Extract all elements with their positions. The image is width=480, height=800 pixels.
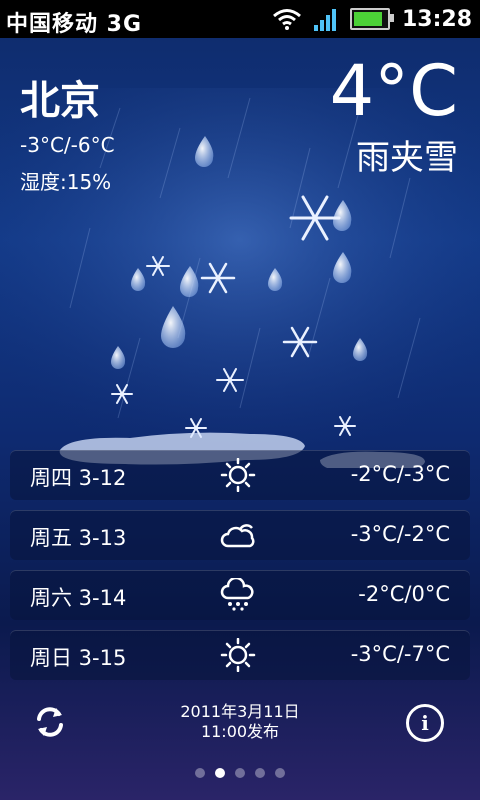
- cloudy-icon: [220, 524, 255, 548]
- humidity: 湿度:15%: [20, 170, 112, 194]
- carrier-label: 中国移动 3G: [6, 12, 143, 37]
- forecast-day: 周日 3-15: [30, 646, 127, 670]
- status-bar: 中国移动 3G 13:28: [0, 0, 480, 38]
- weather-main: 北京 -3°C/-6°C 湿度:15% 4°C 雨夹雪 周四 3-12 -2°C…: [0, 38, 480, 800]
- city-name: 北京: [20, 78, 100, 124]
- forecast-row[interactable]: 周日 3-15 -3°C/-7°C: [10, 630, 470, 680]
- page-indicator: [0, 768, 480, 778]
- temp-range: -3°C/-6°C: [20, 133, 115, 157]
- weather-condition: 雨夹雪: [356, 138, 458, 178]
- forecast-row[interactable]: 周四 3-12 -2°C/-3°C: [10, 450, 470, 500]
- clock: 13:28: [401, 6, 472, 32]
- signal-icon: [313, 7, 338, 31]
- current-temperature: 4°C: [329, 50, 458, 132]
- forecast-temps: -3°C/-2°C: [350, 522, 450, 546]
- forecast-row[interactable]: 周六 3-14 -2°C/0°C: [10, 570, 470, 620]
- page-dot[interactable]: [275, 768, 285, 778]
- sunny-icon: [220, 638, 256, 672]
- page-dot-active[interactable]: [215, 768, 225, 778]
- battery-icon: [349, 8, 394, 30]
- forecast-temps: -3°C/-7°C: [350, 642, 450, 666]
- forecast-row[interactable]: 周五 3-13 -3°C/-2°C: [10, 510, 470, 560]
- sunny-icon: [220, 458, 256, 492]
- forecast-day: 周四 3-12: [30, 466, 127, 490]
- forecast-list: 周四 3-12 -2°C/-3°C 周五 3-13 -3°C/-2°C 周六 3…: [10, 450, 470, 690]
- forecast-day: 周六 3-14: [30, 586, 127, 610]
- footer-bar: 2011年3月11日 11:00发布 i: [0, 694, 480, 750]
- page-dot[interactable]: [235, 768, 245, 778]
- forecast-temps: -2°C/0°C: [358, 582, 450, 606]
- wifi-icon: [273, 9, 301, 30]
- snow-cloud-icon: [220, 578, 254, 611]
- forecast-temps: -2°C/-3°C: [350, 462, 450, 486]
- info-icon[interactable]: i: [406, 704, 444, 742]
- status-icons: 13:28: [272, 4, 472, 34]
- forecast-day: 周五 3-13: [30, 526, 127, 550]
- page-dot[interactable]: [255, 768, 265, 778]
- page-dot[interactable]: [195, 768, 205, 778]
